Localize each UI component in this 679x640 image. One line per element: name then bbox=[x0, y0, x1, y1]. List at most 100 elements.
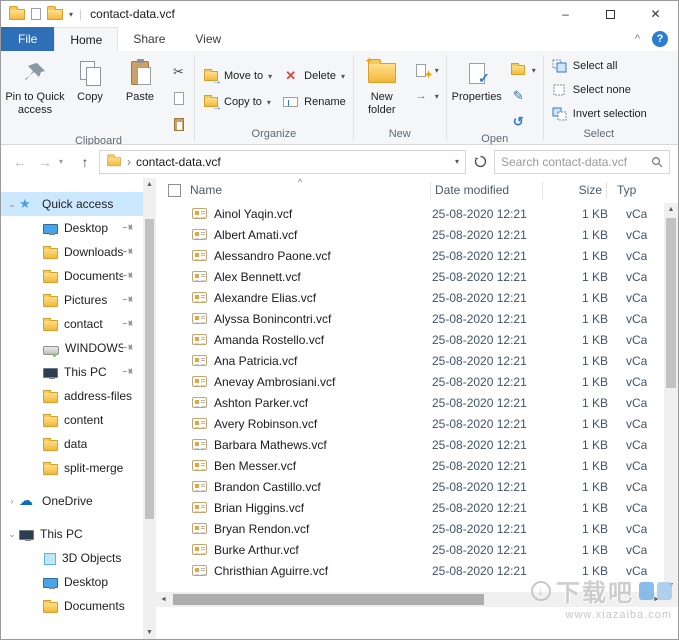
select-none-button[interactable]: Select none bbox=[546, 80, 652, 100]
sidebar-item[interactable]: split-merge bbox=[1, 456, 143, 480]
forward-button[interactable]: → bbox=[34, 154, 56, 170]
scroll-up-icon[interactable]: ▲ bbox=[665, 203, 678, 216]
expand-chevron-icon[interactable]: ⌄ bbox=[5, 199, 19, 210]
new-folder-button[interactable]: ✦ New folder bbox=[356, 52, 408, 126]
rename-button[interactable]: Rename bbox=[277, 92, 351, 112]
file-row[interactable]: Anevay Ambrosiani.vcf 25-08-2020 12:21 1… bbox=[156, 371, 664, 392]
new-item-button[interactable]: ✦ ▾ bbox=[408, 60, 444, 81]
up-button[interactable]: ↑ bbox=[74, 154, 96, 170]
select-all-button[interactable]: Select all bbox=[546, 56, 652, 76]
easy-access-button[interactable]: → ▾ bbox=[408, 86, 444, 106]
file-row[interactable]: Ainol Yaqin.vcf 25-08-2020 12:21 1 KB vC… bbox=[156, 203, 664, 224]
paste-shortcut-button[interactable] bbox=[165, 114, 192, 134]
delete-icon: ✕ bbox=[285, 68, 297, 83]
properties-button[interactable]: ✓ Properties bbox=[449, 52, 505, 126]
move-to-button[interactable]: → Move to ▾ bbox=[197, 66, 277, 87]
refresh-button[interactable] bbox=[469, 155, 491, 168]
minimize-button[interactable]: – bbox=[543, 1, 588, 27]
qat-properties-icon[interactable] bbox=[31, 8, 41, 20]
address-dropdown-icon[interactable]: ▾ bbox=[455, 157, 459, 166]
column-header-size[interactable]: Size bbox=[543, 182, 607, 199]
paste-button[interactable]: Paste bbox=[115, 52, 165, 126]
open-button[interactable]: ▾ bbox=[505, 60, 541, 80]
file-date-modified: 25-08-2020 12:21 bbox=[432, 563, 527, 578]
edit-button[interactable]: ✎ bbox=[505, 86, 541, 106]
copy-path-button[interactable] bbox=[165, 88, 192, 108]
qat-folder-icon[interactable] bbox=[47, 5, 63, 20]
sidebar-item[interactable]: 3D Objects bbox=[1, 546, 143, 570]
sidebar-item[interactable]: Desktop bbox=[1, 216, 143, 240]
file-row[interactable]: Ashton Parker.vcf 25-08-2020 12:21 1 KB … bbox=[156, 392, 664, 413]
sidebar-item[interactable]: address-files bbox=[1, 384, 143, 408]
recent-locations-chevron-icon[interactable]: ▾ bbox=[59, 157, 71, 166]
new-item-icon: ✦ bbox=[413, 62, 433, 81]
sidebar-scrollbar[interactable]: ▲ ▼ bbox=[143, 178, 156, 639]
pin-to-quick-access-button[interactable]: Pin to Quick access bbox=[5, 52, 65, 126]
sidebar-item[interactable]: ⌄ Quick access bbox=[1, 192, 143, 216]
help-icon[interactable]: ? bbox=[652, 31, 668, 47]
file-row[interactable]: Bryan Rendon.vcf 25-08-2020 12:21 1 KB v… bbox=[156, 518, 664, 539]
file-row[interactable]: Brian Higgins.vcf 25-08-2020 12:21 1 KB … bbox=[156, 497, 664, 518]
file-list-scrollbar[interactable]: ▲ ▼ bbox=[664, 203, 678, 592]
file-row[interactable]: Alex Bennett.vcf 25-08-2020 12:21 1 KB v… bbox=[156, 266, 664, 287]
file-scroll-track[interactable] bbox=[664, 216, 678, 579]
scroll-up-icon[interactable]: ▲ bbox=[143, 178, 156, 191]
file-row[interactable]: Avery Robinson.vcf 25-08-2020 12:21 1 KB… bbox=[156, 413, 664, 434]
sidebar-item[interactable]: Documents bbox=[1, 264, 143, 288]
expand-chevron-icon[interactable]: › bbox=[5, 496, 19, 506]
column-header-name[interactable]: Name ^ bbox=[190, 178, 431, 199]
sidebar-item[interactable]: This PC bbox=[1, 360, 143, 384]
sidebar-item[interactable]: Downloads bbox=[1, 240, 143, 264]
sidebar-item[interactable]: › OneDrive bbox=[1, 489, 143, 513]
sidebar-item[interactable]: WINDOWS (C: bbox=[1, 336, 143, 360]
sidebar-item[interactable]: contact bbox=[1, 312, 143, 336]
file-row[interactable]: Alyssa Bonincontri.vcf 25-08-2020 12:21 … bbox=[156, 308, 664, 329]
back-button[interactable]: ← bbox=[9, 154, 31, 170]
file-row[interactable]: Alexandre Elias.vcf 25-08-2020 12:21 1 K… bbox=[156, 287, 664, 308]
delete-button[interactable]: ✕ Delete ▾ bbox=[277, 66, 351, 86]
scroll-left-icon[interactable]: ◄ bbox=[156, 592, 171, 607]
close-button[interactable]: ✕ bbox=[633, 1, 678, 27]
watermark-url: www.xiazaiba.com bbox=[565, 609, 672, 621]
file-row[interactable]: Alessandro Paone.vcf 25-08-2020 12:21 1 … bbox=[156, 245, 664, 266]
sidebar-item[interactable]: content bbox=[1, 408, 143, 432]
file-row[interactable]: Amanda Rostello.vcf 25-08-2020 12:21 1 K… bbox=[156, 329, 664, 350]
column-header-date-modified[interactable]: Date modified bbox=[431, 182, 543, 199]
address-input[interactable]: › contact-data.vcf ▾ bbox=[99, 149, 466, 174]
select-all-checkbox[interactable] bbox=[168, 184, 181, 197]
sidebar-scroll-track[interactable] bbox=[143, 191, 156, 626]
file-row[interactable]: Ana Patricia.vcf 25-08-2020 12:21 1 KB v… bbox=[156, 350, 664, 371]
file-scroll-thumb[interactable] bbox=[666, 218, 676, 388]
copy-to-button[interactable]: → Copy to ▾ bbox=[197, 92, 277, 113]
sidebar-item[interactable]: ⌄ This PC bbox=[1, 522, 143, 546]
horizontal-scroll-thumb[interactable] bbox=[173, 594, 484, 605]
sidebar-item[interactable]: Desktop bbox=[1, 570, 143, 594]
invert-selection-button[interactable]: Invert selection bbox=[546, 104, 652, 124]
column-header-type[interactable]: Typ bbox=[607, 182, 651, 199]
tab-view[interactable]: View bbox=[180, 27, 236, 51]
file-row[interactable]: Albert Amati.vcf 25-08-2020 12:21 1 KB v… bbox=[156, 224, 664, 245]
file-row[interactable]: Brandon Castillo.vcf 25-08-2020 12:21 1 … bbox=[156, 476, 664, 497]
tab-file[interactable]: File bbox=[1, 27, 55, 51]
tab-share[interactable]: Share bbox=[118, 27, 180, 51]
sidebar-scroll-thumb[interactable] bbox=[145, 219, 154, 519]
file-name: Ainol Yaqin.vcf bbox=[214, 206, 293, 221]
tab-home[interactable]: Home bbox=[54, 27, 119, 51]
sidebar-item[interactable]: Documents bbox=[1, 594, 143, 618]
sidebar-item[interactable]: data bbox=[1, 432, 143, 456]
file-row[interactable]: Barbara Mathews.vcf 25-08-2020 12:21 1 K… bbox=[156, 434, 664, 455]
maximize-button[interactable] bbox=[588, 1, 633, 27]
file-row[interactable]: Burke Arthur.vcf 25-08-2020 12:21 1 KB v… bbox=[156, 539, 664, 560]
breadcrumb-chevron-icon[interactable]: › bbox=[127, 155, 131, 169]
scroll-down-icon[interactable]: ▼ bbox=[143, 626, 156, 639]
history-button[interactable]: ↺ bbox=[505, 112, 541, 132]
breadcrumb[interactable]: contact-data.vcf bbox=[136, 155, 450, 169]
cut-button[interactable]: ✂ bbox=[165, 62, 192, 82]
sidebar-item[interactable]: Pictures bbox=[1, 288, 143, 312]
file-row[interactable]: Ben Messer.vcf 25-08-2020 12:21 1 KB vCa bbox=[156, 455, 664, 476]
search-input[interactable] bbox=[501, 154, 647, 169]
copy-button[interactable]: Copy bbox=[65, 52, 115, 126]
qat-dropdown-chevron-icon[interactable]: ▾ bbox=[69, 10, 73, 19]
minimize-ribbon-icon[interactable]: ^ bbox=[635, 33, 640, 45]
expand-chevron-icon[interactable]: ⌄ bbox=[5, 529, 19, 540]
